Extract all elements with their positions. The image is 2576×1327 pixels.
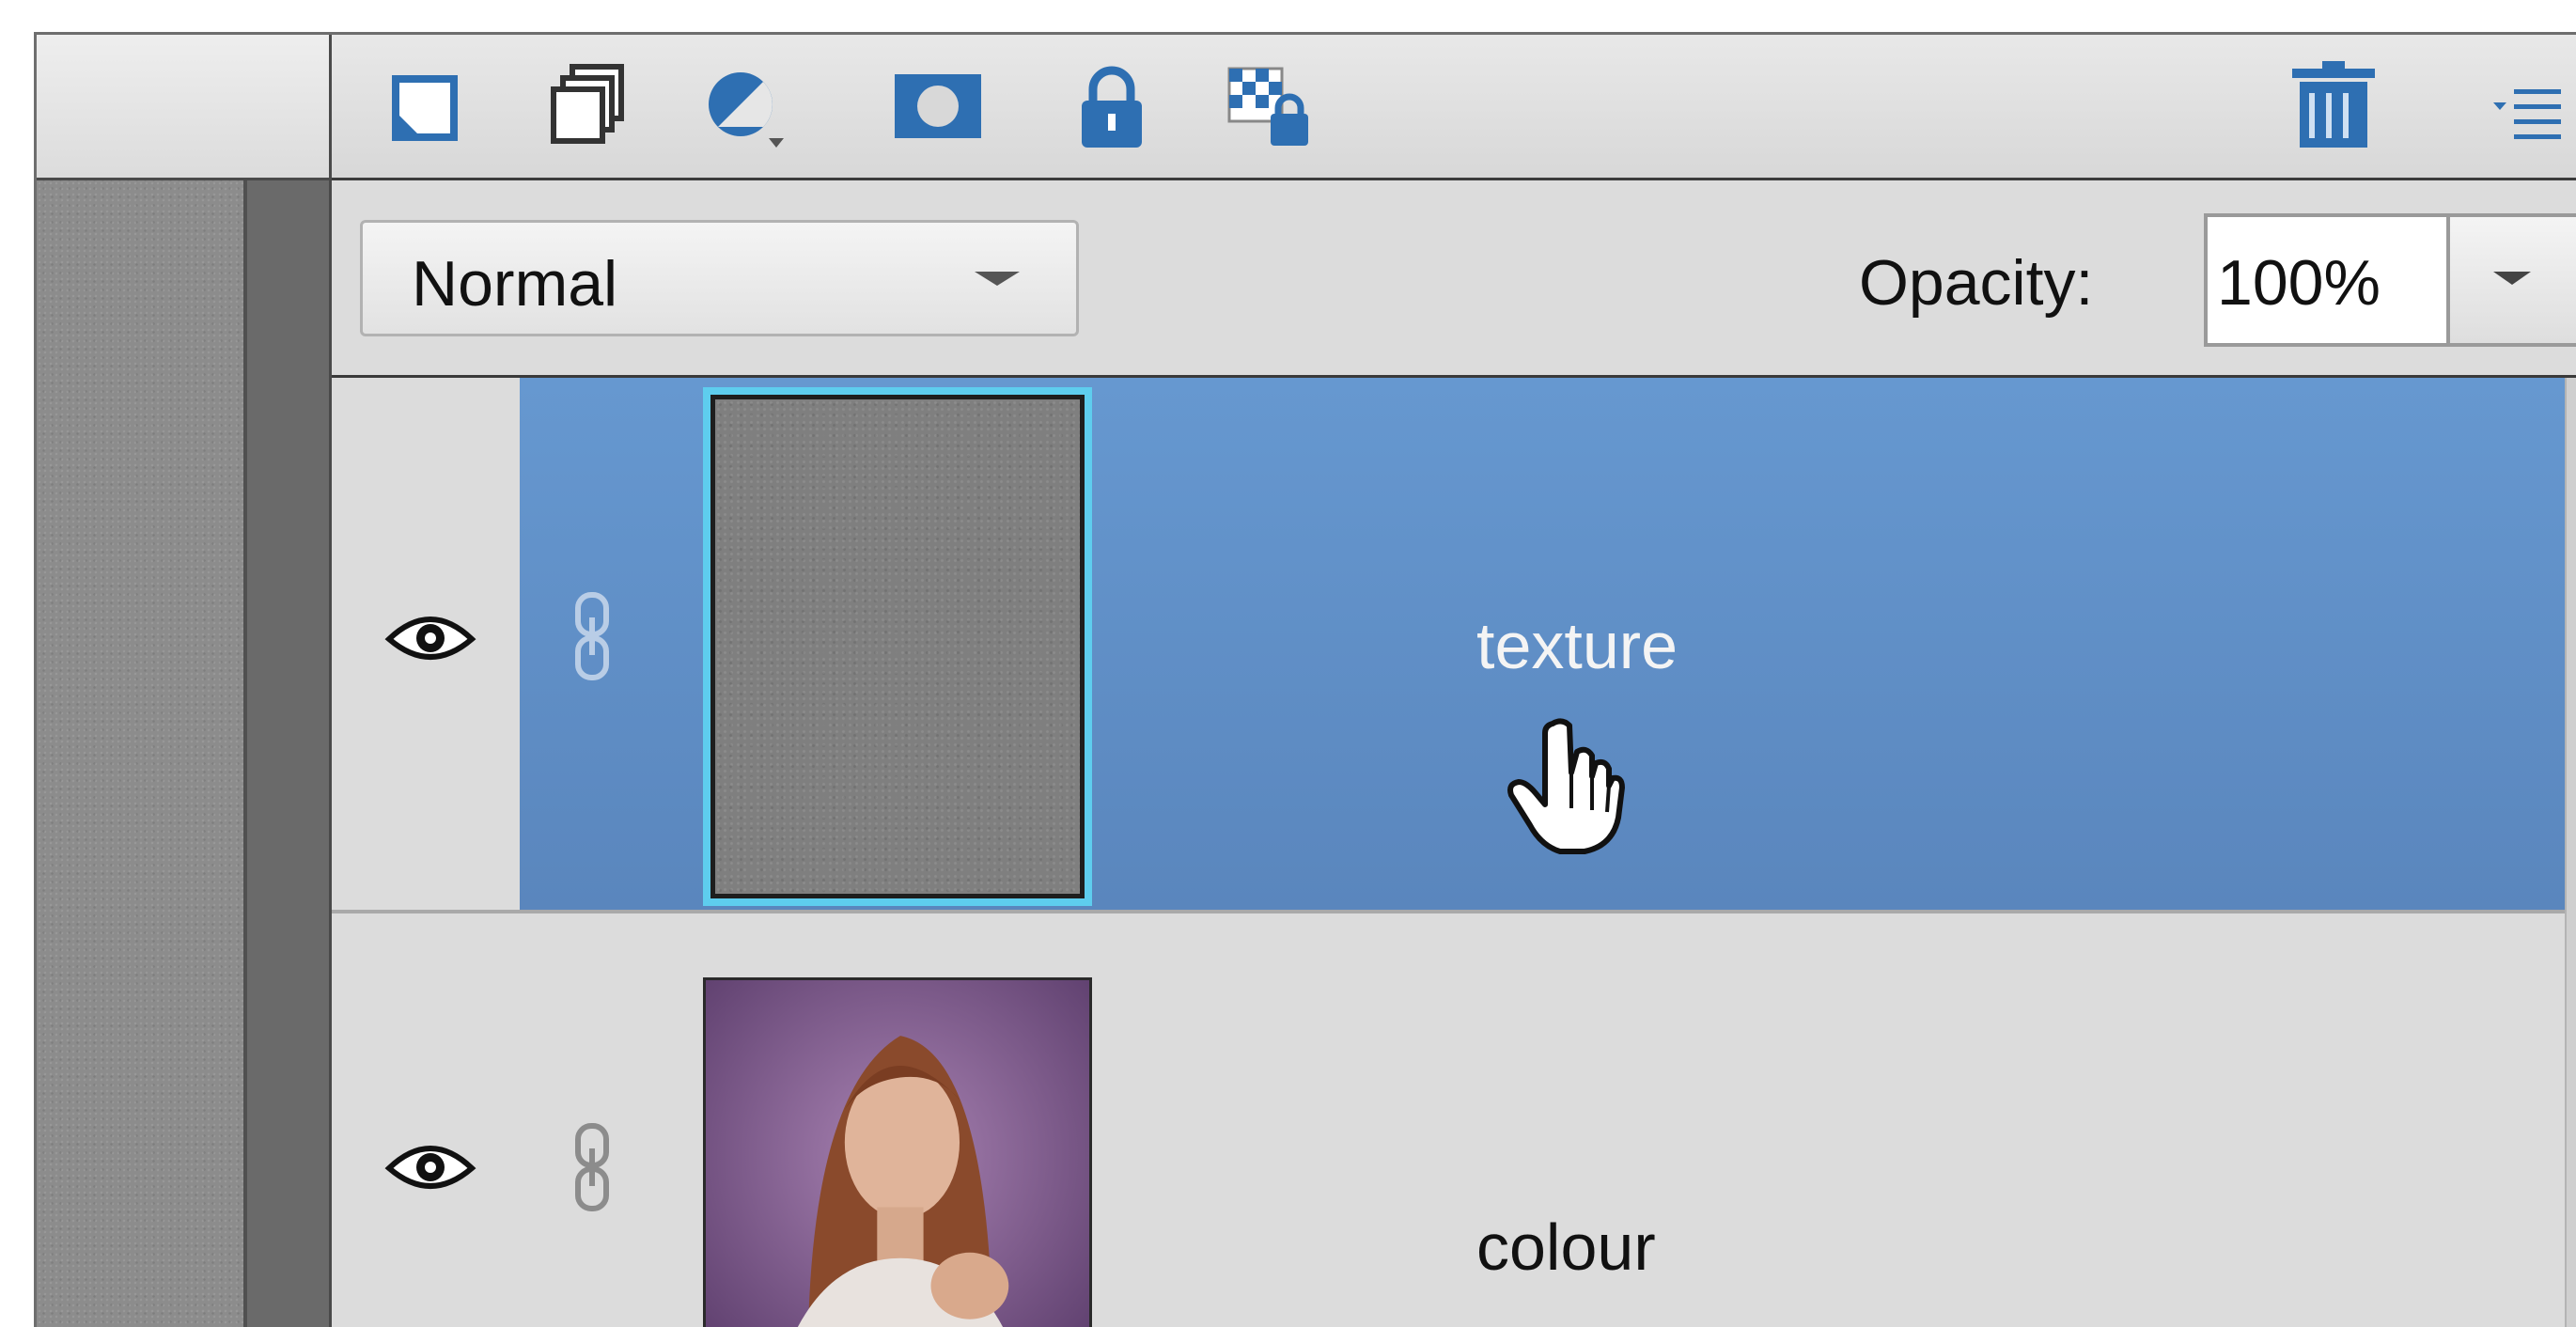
layers-panel: Normal Opacity: 100% texture colour	[329, 35, 2576, 1327]
layer-name[interactable]: texture	[1476, 608, 1678, 683]
blend-mode-value: Normal	[412, 248, 618, 320]
link-icon[interactable]	[570, 1120, 614, 1214]
chevron-down-icon	[975, 272, 1020, 286]
layer-name[interactable]: colour	[1476, 1210, 1656, 1285]
layer-row-texture[interactable]: texture	[332, 378, 2565, 913]
layers-toolbar	[332, 35, 2576, 180]
layer-thumbnail[interactable]	[703, 977, 1092, 1327]
opacity-dropdown-button[interactable]	[2450, 213, 2576, 347]
layers-panel-frame: Normal Opacity: 100% texture colour	[34, 32, 2576, 1327]
opacity-value: 100%	[2217, 247, 2381, 319]
opacity-label: Opacity:	[1859, 247, 2094, 319]
layer-thumbnail[interactable]	[703, 387, 1092, 906]
new-layer-icon[interactable]	[369, 55, 482, 159]
hand-cursor-icon	[1504, 714, 1626, 855]
canvas-edge	[37, 180, 243, 1327]
opacity-input[interactable]: 100%	[2204, 213, 2450, 347]
eye-icon[interactable]	[383, 605, 477, 671]
lock-all-icon[interactable]	[1055, 55, 1168, 159]
texture-thumbnail-image	[710, 395, 1085, 898]
portrait-thumbnail-image	[706, 980, 1089, 1327]
add-mask-icon[interactable]	[882, 55, 994, 159]
panel-menu-icon[interactable]	[2475, 55, 2568, 159]
new-group-icon[interactable]	[529, 55, 642, 159]
adjustment-layer-icon[interactable]	[694, 55, 806, 159]
delete-layer-icon[interactable]	[2277, 55, 2390, 159]
panel-divider	[243, 180, 329, 1327]
layer-row-colour[interactable]: colour	[332, 913, 2565, 1327]
gutter-header	[37, 35, 329, 180]
blend-mode-dropdown[interactable]: Normal	[360, 220, 1079, 336]
link-icon[interactable]	[570, 589, 614, 683]
eye-icon[interactable]	[383, 1134, 477, 1200]
scrollbar[interactable]	[2565, 378, 2576, 1327]
blend-options-bar: Normal Opacity: 100%	[332, 180, 2576, 378]
chevron-down-icon	[2493, 272, 2531, 285]
lock-transparent-icon[interactable]	[1220, 55, 1333, 159]
